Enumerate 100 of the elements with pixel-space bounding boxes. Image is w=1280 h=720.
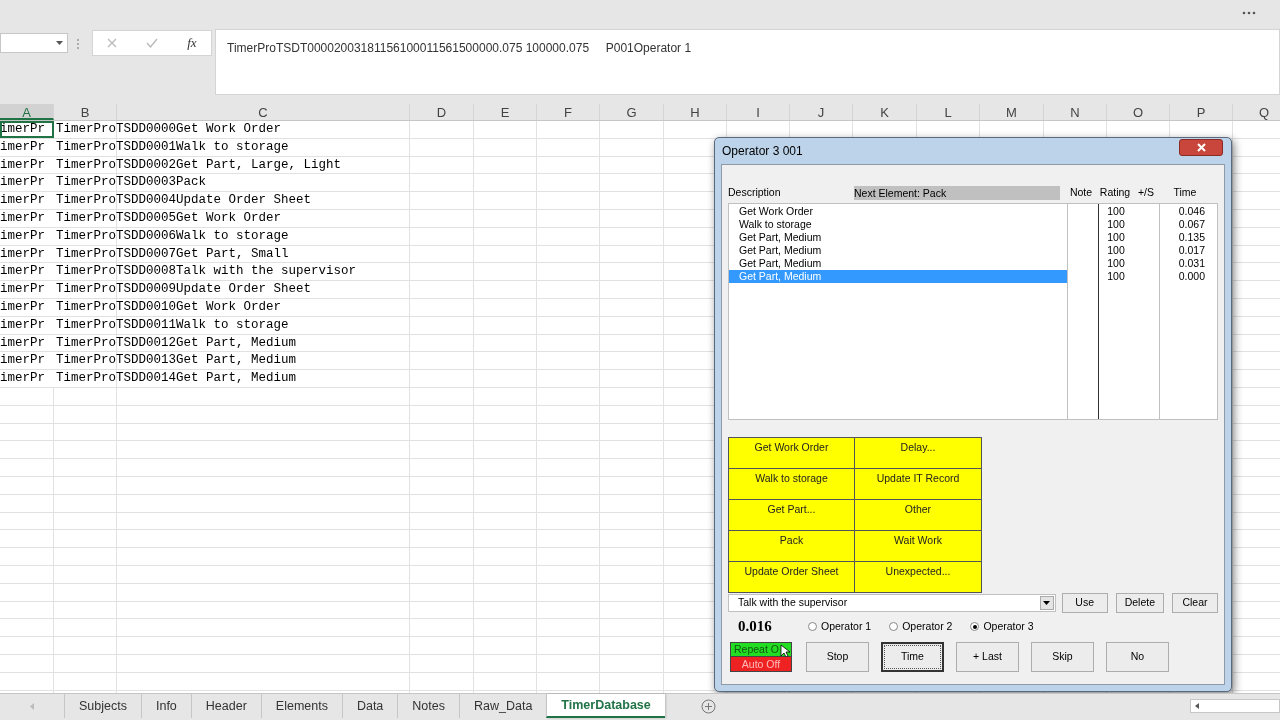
- table-cell: imerPr: [0, 174, 54, 192]
- action-button[interactable]: No: [1106, 642, 1169, 672]
- table-cell: imerPr: [0, 352, 54, 370]
- description-list[interactable]: Get Work Order Walk to storage Get Part, Medium Get Part, Medium Get Part, Medium Get Part, Medium: [729, 204, 1069, 419]
- radio-button[interactable]: Operator 2: [889, 618, 953, 635]
- timer-reading: 0.016: [737, 617, 773, 637]
- element-button[interactable]: Get Part...: [728, 499, 855, 531]
- column-header[interactable]: L: [917, 104, 980, 120]
- column-header: +/S: [1136, 185, 1156, 201]
- window-title: Operator 3 001: [721, 143, 803, 160]
- element-button[interactable]: Other: [854, 499, 982, 531]
- table-cell-text: TimerProTSDD0000Get Work Order: [55, 121, 282, 138]
- table-cell-text: TimerProTSDD0004Update Order Sheet: [55, 192, 312, 209]
- column-header[interactable]: H: [664, 104, 727, 120]
- insert-function-button[interactable]: fx: [187, 33, 197, 53]
- column-header[interactable]: K: [853, 104, 917, 120]
- table-cell-text: TimerProTSDD0003Pack: [55, 174, 207, 192]
- column-header[interactable]: I: [727, 104, 790, 120]
- table-cell-text: TimerProTSDD0013Get Part, Medium: [55, 352, 297, 370]
- column-header[interactable]: O: [1107, 104, 1170, 120]
- table-cell-text: TimerProTSDD0010Get Work Order: [55, 298, 282, 316]
- table-cell: imerPr: [0, 121, 54, 138]
- element-button[interactable]: Update Order Sheet: [728, 561, 855, 593]
- formula-text[interactable]: TimerProTSDT00002003181156100011561500000.075 100000.075 P001Operator 1: [227, 41, 692, 55]
- repeat-toggle[interactable]: Repeat O: [730, 642, 792, 657]
- table-cell-text: TimerProTSDD0014Get Part, Medium: [55, 370, 297, 387]
- sheet-tab[interactable]: Notes: [397, 694, 459, 718]
- action-button[interactable]: Time: [881, 642, 944, 672]
- action-button[interactable]: Skip: [1031, 642, 1094, 672]
- dropdown-icon[interactable]: [1039, 596, 1054, 610]
- table-cell-text: TimerProTSDD0005Get Work Order: [55, 210, 282, 227]
- column-header[interactable]: Q: [1233, 104, 1280, 120]
- sheet-tab[interactable]: Data: [341, 694, 398, 718]
- table-cell-text: TimerProTSDD0008Talk with the supervisor: [55, 263, 357, 281]
- sheet-tab[interactable]: TimerDatabase: [546, 694, 665, 718]
- close-button[interactable]: [1179, 138, 1223, 156]
- dropdown-icon[interactable]: [56, 41, 63, 45]
- more-icon[interactable]: [1242, 10, 1256, 16]
- element-button[interactable]: Unexpected...: [854, 561, 982, 593]
- column-header[interactable]: N: [1044, 104, 1107, 120]
- column-header: Description: [728, 185, 782, 201]
- table-cell-text: TimerProTSDD0012Get Part, Medium: [55, 334, 297, 352]
- element-button[interactable]: Walk to storage: [728, 468, 855, 500]
- column-header[interactable]: P: [1170, 104, 1233, 120]
- column-header[interactable]: G: [600, 104, 664, 120]
- column-header[interactable]: D: [410, 104, 474, 120]
- table-cell-text: TimerProTSDD0011Walk to storage: [55, 316, 289, 334]
- time-cell-text: 0.067: [1177, 218, 1205, 231]
- element-button[interactable]: Wait Work: [854, 530, 982, 562]
- column-header[interactable]: F: [537, 104, 600, 120]
- radio-button[interactable]: Operator 1: [808, 618, 872, 635]
- table-cell: imerPr: [0, 192, 54, 209]
- element-button[interactable]: Pack: [728, 530, 855, 562]
- column-header[interactable]: A: [0, 104, 54, 120]
- mouse-pointer-icon: [779, 643, 790, 658]
- list-item[interactable]: Get Work Order: [729, 205, 1068, 218]
- sheet-tab[interactable]: Header: [190, 694, 261, 718]
- column-header[interactable]: C: [117, 104, 410, 120]
- element-button[interactable]: Delay...: [854, 437, 982, 469]
- list-item[interactable]: Get Part, Medium: [729, 244, 1068, 257]
- combo-box[interactable]: Talk with the supervisor: [728, 594, 1056, 612]
- column-header: Note: [1068, 185, 1094, 201]
- element-button[interactable]: Update IT Record: [854, 468, 982, 500]
- close-icon[interactable]: [1196, 142, 1206, 152]
- rating-cell-text: 100: [1106, 244, 1126, 257]
- list-item[interactable]: Get Part, Medium: [729, 231, 1068, 244]
- column-header[interactable]: B: [54, 104, 117, 120]
- rating-cell-text: 100: [1106, 257, 1126, 270]
- combo-action-button[interactable]: Delete: [1115, 593, 1164, 613]
- column-header: Time: [1172, 185, 1198, 201]
- add-sheet-icon[interactable]: [700, 699, 716, 714]
- sheet-tab[interactable]: Info: [140, 694, 191, 718]
- list-item[interactable]: Get Part, Medium: [729, 257, 1068, 270]
- column-header: Rating: [1098, 185, 1132, 201]
- table-cell-text: TimerProTSDD0007Get Part, Small: [55, 245, 289, 263]
- time-cell-text: 0.031: [1177, 257, 1205, 270]
- combo-action-button[interactable]: Clear: [1172, 593, 1218, 613]
- table-cell-text: TimerProTSDD0006Walk to storage: [55, 227, 289, 245]
- horizontal-scrollbar[interactable]: [1190, 699, 1280, 713]
- element-button[interactable]: Get Work Order: [728, 437, 855, 469]
- action-button[interactable]: Stop: [806, 642, 869, 672]
- table-cell-text: TimerProTSDD0009Update Order Sheet: [55, 281, 312, 298]
- table-cell-text: TimerProTSDD0001Walk to storage: [55, 138, 289, 156]
- action-button[interactable]: + Last: [956, 642, 1019, 672]
- time-cell-text: 0.017: [1177, 244, 1205, 257]
- column-header[interactable]: M: [980, 104, 1044, 120]
- combo-action-button[interactable]: Use: [1061, 593, 1108, 613]
- rating-cell-text: 100: [1106, 218, 1126, 231]
- sheet-tab[interactable]: Subjects: [64, 694, 141, 718]
- radio-button[interactable]: Operator 3: [970, 618, 1034, 635]
- next-element-label: Next Element: Pack: [854, 186, 1060, 200]
- column-header[interactable]: E: [474, 104, 537, 120]
- list-item[interactable]: Walk to storage: [729, 218, 1068, 231]
- rating-cell-text: 100: [1106, 231, 1126, 244]
- rating-cell-text: 100: [1106, 205, 1126, 218]
- column-header[interactable]: J: [790, 104, 853, 120]
- table-cell-text: TimerProTSDD0002Get Part, Large, Light: [55, 156, 342, 174]
- time-cell-text: 0.046: [1177, 205, 1205, 218]
- sheet-tab[interactable]: Elements: [260, 694, 342, 718]
- time-cell-text: 0.135: [1177, 231, 1205, 244]
